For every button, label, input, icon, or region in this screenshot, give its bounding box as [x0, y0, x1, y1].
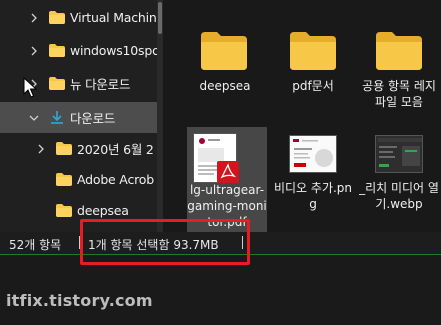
watermark-text: itfix.tistory.com: [6, 291, 153, 310]
nav-item-label: Adobe Acrob: [77, 172, 154, 187]
mouse-cursor-icon: [23, 77, 37, 98]
file-item-lg-ultragear-pdf[interactable]: lg-ultragear-gaming-monitor.pdf: [187, 127, 267, 232]
webp-thumbnail: [375, 135, 423, 173]
folder-icon: [49, 44, 65, 57]
nav-item-label: deepsea: [77, 203, 129, 218]
nav-item-virtual-machines[interactable]: Virtual Machin: [0, 2, 163, 33]
nav-item-label: 뉴 다운로드: [70, 77, 131, 92]
nav-scrollbar-thumb[interactable]: [158, 2, 162, 34]
highlight-annotation-box: [80, 219, 250, 265]
nav-item-windows10spo[interactable]: windows10spo: [0, 35, 163, 66]
file-item-label: deepsea: [199, 79, 251, 93]
navigation-pane: Virtual Machin windows10spo 뉴 다운로드 다운로드 …: [0, 0, 163, 232]
folder-icon: [201, 32, 247, 70]
png-thumbnail: [289, 135, 337, 173]
chevron-right-icon[interactable]: [35, 143, 47, 155]
bottom-area: [0, 255, 441, 325]
folder-icon: [290, 32, 336, 70]
nav-item-downloads[interactable]: 다운로드: [0, 102, 163, 133]
file-item-registry-folder[interactable]: 공용 항목 레지파일 모음: [359, 26, 439, 122]
chevron-right-icon[interactable]: [28, 12, 40, 24]
nav-item-label: 2020년 6월 2: [77, 142, 154, 157]
file-item-label: 비디오 추가.png: [273, 181, 353, 211]
folder-icon: [49, 11, 65, 24]
file-item-label: _리치 미디어 열기.webp: [359, 181, 439, 211]
chevron-down-icon[interactable]: [28, 112, 40, 124]
nav-item-label: 다운로드: [70, 111, 116, 126]
folder-icon: [56, 204, 72, 217]
nav-item-label: windows10spo: [70, 43, 160, 58]
folder-icon: [56, 142, 72, 155]
file-item-video-add-png[interactable]: 비디오 추가.png: [273, 127, 353, 217]
file-item-label: pdf문서: [292, 79, 334, 93]
file-item-deepsea[interactable]: deepsea: [185, 26, 265, 96]
folder-icon: [49, 77, 65, 90]
nav-item-label: Virtual Machin: [70, 10, 157, 25]
nav-item-2020-june[interactable]: 2020년 6월 2: [0, 133, 163, 164]
nav-item-adobe-acrobat[interactable]: Adobe Acrob: [0, 164, 163, 195]
file-item-pdf-folder[interactable]: pdf문서: [273, 26, 353, 96]
download-icon: [51, 111, 63, 124]
file-item-label: 공용 항목 레지파일 모음: [362, 79, 436, 109]
chevron-right-icon[interactable]: [28, 45, 40, 57]
folder-icon: [376, 32, 422, 70]
file-list-pane: deepsea pdf문서 공용 항목 레지파일 모음 lg-ultragear…: [163, 0, 441, 232]
status-item-count: 52개 항목: [9, 238, 62, 252]
folder-icon: [56, 173, 72, 186]
pdf-badge-icon: [217, 161, 239, 183]
file-item-rich-media-webp[interactable]: _리치 미디어 열기.webp: [359, 127, 439, 227]
